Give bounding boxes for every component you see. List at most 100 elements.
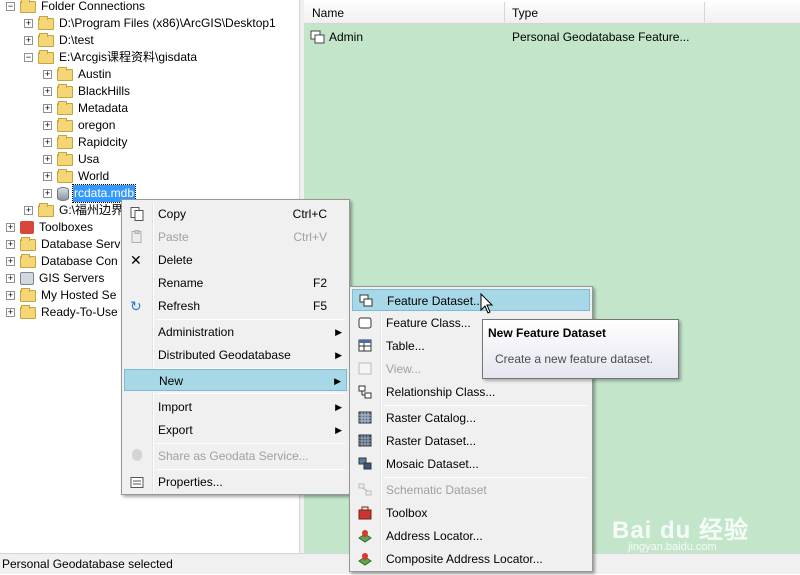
- menu-item-label: Raster Catalog...: [386, 411, 477, 425]
- tooltip: New Feature Dataset Create a new feature…: [482, 319, 679, 379]
- expand-toggle[interactable]: +: [6, 257, 15, 266]
- folder-icon: [57, 117, 73, 132]
- menu-item-label: Refresh: [158, 299, 201, 313]
- tree-item-label: Metadata: [78, 101, 129, 115]
- address-locator-icon: [358, 530, 372, 543]
- menu-item-import[interactable]: Import ▶: [124, 396, 347, 418]
- submenu-item-composite-address-locator[interactable]: Composite Address Locator...: [352, 548, 590, 570]
- menu-item-label: Schematic Dataset: [386, 483, 487, 497]
- paste-icon: [131, 230, 142, 243]
- expand-toggle[interactable]: +: [43, 70, 52, 79]
- menu-item-refresh[interactable]: ↻ Refresh F5: [124, 295, 347, 317]
- submenu-item-schematic-dataset[interactable]: Schematic Dataset: [352, 479, 590, 501]
- tree-item-blackhills[interactable]: + BlackHills: [43, 83, 131, 100]
- feature-dataset-icon: [359, 294, 373, 307]
- tooltip-title: New Feature Dataset: [488, 326, 607, 340]
- expand-toggle[interactable]: +: [43, 87, 52, 96]
- collapse-toggle[interactable]: −: [24, 53, 33, 62]
- collapse-toggle[interactable]: −: [6, 2, 15, 11]
- view-icon: [358, 362, 372, 375]
- tree-item-world[interactable]: + World: [43, 168, 110, 185]
- tree-item-label: Database Serv: [41, 237, 121, 251]
- list-header: Name Type: [304, 0, 800, 24]
- tree-item-label: E:\Arcgis课程资料\gisdata: [59, 50, 198, 64]
- composite-address-locator-icon: [358, 553, 372, 566]
- submenu-item-raster-catalog[interactable]: Raster Catalog...: [352, 407, 590, 429]
- column-header-type[interactable]: Type: [504, 0, 538, 24]
- expand-toggle[interactable]: +: [6, 291, 15, 300]
- tree-item-gisdata[interactable]: − E:\Arcgis课程资料\gisdata: [24, 49, 198, 66]
- tree-item-metadata[interactable]: + Metadata: [43, 100, 129, 117]
- tree-item-folder-connections[interactable]: − Folder Connections: [6, 0, 146, 15]
- folder-icon: [57, 134, 73, 149]
- menu-item-delete[interactable]: ✕ Delete: [124, 249, 347, 271]
- tree-item-my-hosted-services[interactable]: + My Hosted Se: [6, 287, 117, 304]
- tree-item-database-connections[interactable]: + Database Con: [6, 253, 119, 270]
- menu-item-rename[interactable]: Rename F2: [124, 272, 347, 294]
- ready-to-use-services-icon: [20, 304, 36, 319]
- tree-item-database-servers[interactable]: + Database Serv: [6, 236, 121, 253]
- menu-item-export[interactable]: Export ▶: [124, 419, 347, 441]
- expand-toggle[interactable]: +: [24, 19, 33, 28]
- schematic-dataset-icon: [358, 483, 372, 496]
- folder-icon: [57, 66, 73, 81]
- expand-toggle[interactable]: +: [6, 308, 15, 317]
- column-divider[interactable]: [704, 2, 705, 22]
- tree-item-usa[interactable]: + Usa: [43, 151, 100, 168]
- tree-item-rapidcity[interactable]: + Rapidcity: [43, 134, 128, 151]
- tree-item-oregon[interactable]: + oregon: [43, 117, 116, 134]
- menu-item-distributed-geodatabase[interactable]: Distributed Geodatabase ▶: [124, 344, 347, 366]
- menu-item-copy[interactable]: Copy Ctrl+C: [124, 203, 347, 225]
- tree-item-ready-to-use[interactable]: + Ready-To-Use: [6, 304, 119, 321]
- expand-toggle[interactable]: +: [24, 36, 33, 45]
- tree-item-d-test[interactable]: + D:\test: [24, 32, 95, 49]
- tree-item-austin[interactable]: + Austin: [43, 66, 112, 83]
- expand-toggle[interactable]: +: [43, 121, 52, 130]
- menu-separator: [384, 477, 588, 478]
- submenu-arrow-icon: ▶: [335, 327, 342, 337]
- submenu-arrow-icon: ▶: [335, 425, 342, 435]
- tree-item-program-files[interactable]: + D:\Program Files (x86)\ArcGIS\Desktop1: [24, 15, 277, 32]
- tree-item-g-fuzhou[interactable]: + G:\福州边界: [24, 202, 124, 219]
- context-menu[interactable]: Copy Ctrl+C Paste Ctrl+V ✕ Delete Rename…: [121, 199, 350, 495]
- list-item-type: Personal Geodatabase Feature...: [512, 30, 690, 44]
- expand-toggle[interactable]: +: [43, 172, 52, 181]
- expand-toggle[interactable]: +: [43, 138, 52, 147]
- shortcut-label: Ctrl+V: [293, 230, 327, 244]
- list-item[interactable]: Admin Personal Geodatabase Feature...: [304, 28, 800, 46]
- expand-toggle[interactable]: +: [43, 104, 52, 113]
- submenu-item-toolbox[interactable]: Toolbox: [352, 502, 590, 524]
- expand-toggle[interactable]: +: [6, 240, 15, 249]
- menu-item-label: Address Locator...: [386, 529, 483, 543]
- menu-item-paste[interactable]: Paste Ctrl+V: [124, 226, 347, 248]
- menu-item-label: Administration: [158, 325, 235, 339]
- expand-toggle[interactable]: +: [6, 223, 15, 232]
- tree-item-label: oregon: [78, 118, 116, 132]
- menu-item-administration[interactable]: Administration ▶: [124, 321, 347, 343]
- expand-toggle[interactable]: +: [6, 274, 15, 283]
- menu-item-label: View...: [386, 362, 422, 376]
- menu-item-properties[interactable]: Properties...: [124, 471, 347, 493]
- menu-separator: [156, 469, 345, 470]
- menu-item-share-as-geodata-service[interactable]: Share as Geodata Service...: [124, 445, 347, 467]
- folder-icon: [57, 83, 73, 98]
- submenu-item-raster-dataset[interactable]: Raster Dataset...: [352, 430, 590, 452]
- menu-item-new[interactable]: New ▶: [124, 369, 347, 391]
- folder-icon: [38, 202, 54, 217]
- expand-toggle[interactable]: +: [43, 155, 52, 164]
- tree-item-toolboxes[interactable]: + Toolboxes: [6, 219, 94, 236]
- submenu-item-relationship-class[interactable]: Relationship Class...: [352, 381, 590, 403]
- feature-dataset-icon: [310, 30, 325, 44]
- expand-toggle[interactable]: +: [24, 206, 33, 215]
- tree-item-label: G:\福州边界: [59, 203, 124, 217]
- menu-item-label: Copy: [158, 207, 187, 221]
- folder-icon: [38, 32, 54, 47]
- expand-toggle[interactable]: +: [43, 189, 52, 198]
- menu-item-label: Toolbox: [386, 506, 428, 520]
- submenu-item-mosaic-dataset[interactable]: Mosaic Dataset...: [352, 453, 590, 475]
- submenu-item-address-locator[interactable]: Address Locator...: [352, 525, 590, 547]
- submenu-arrow-icon: ▶: [335, 402, 342, 412]
- submenu-item-feature-dataset[interactable]: Feature Dataset...: [352, 289, 590, 311]
- tree-item-gis-servers[interactable]: + GIS Servers: [6, 270, 105, 287]
- column-header-name[interactable]: Name: [304, 0, 344, 24]
